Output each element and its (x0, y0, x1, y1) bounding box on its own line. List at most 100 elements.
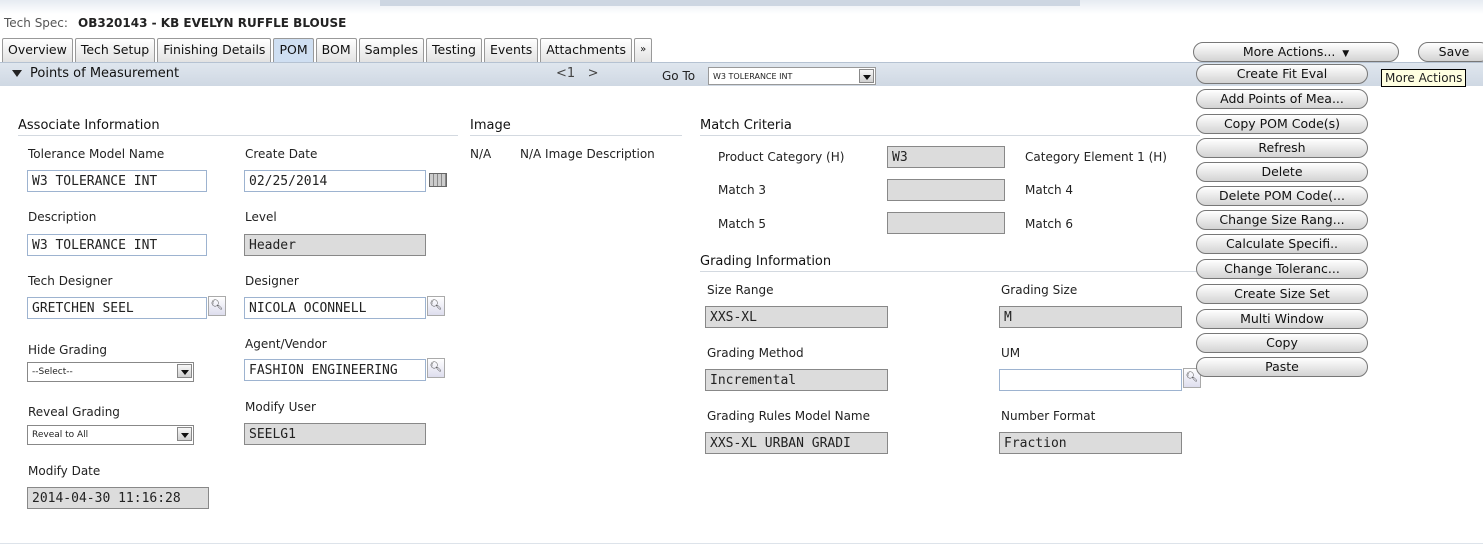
menu-refresh[interactable]: Refresh (1196, 138, 1368, 158)
tech-designer-label: Tech Designer (28, 274, 113, 288)
modify-user-label: Modify User (245, 400, 316, 414)
dropdown-arrow-icon[interactable] (177, 364, 192, 378)
section-title: Points of Measurement (30, 66, 180, 81)
match5-field (887, 212, 1005, 234)
menu-calculate-specifications[interactable]: Calculate Specifi.. (1196, 234, 1368, 254)
match6-label: Match 6 (1025, 217, 1074, 231)
agent-vendor-label: Agent/Vendor (245, 337, 327, 351)
grading-method-field: Incremental (705, 369, 888, 391)
tab-more-button[interactable]: » (634, 38, 653, 62)
match4-label: Match 4 (1025, 183, 1074, 197)
menu-delete[interactable]: Delete (1196, 162, 1368, 182)
image-description: N/A Image Description (520, 147, 655, 161)
tech-designer-field[interactable]: GRETCHEN SEEL (27, 297, 207, 319)
top-strip (0, 0, 1483, 14)
designer-field[interactable]: NICOLA OCONNELL (244, 297, 426, 319)
size-range-label: Size Range (707, 283, 774, 297)
tab-bar: Overview Tech Setup Finishing Details PO… (2, 38, 654, 62)
section-toggle[interactable]: Points of Measurement (12, 66, 179, 81)
modify-date-field: 2014-04-30 11:16:28 (27, 487, 209, 509)
level-label: Level (245, 210, 277, 224)
reveal-grading-value: Reveal to All (32, 430, 89, 440)
create-date-field[interactable]: 02/25/2014 (244, 170, 426, 192)
more-actions-tooltip: More Actions (1381, 69, 1467, 87)
pager-next-button[interactable]: > (588, 66, 599, 81)
match5-label: Match 5 (718, 217, 767, 231)
page-title: OB320143 - KB EVELYN RUFFLE BLOUSE (78, 16, 347, 30)
tolerance-model-label: Tolerance Model Name (28, 147, 165, 161)
tab-attachments[interactable]: Attachments (540, 38, 633, 62)
product-category-field: W3 (887, 146, 1005, 168)
menu-copy[interactable]: Copy (1196, 333, 1368, 353)
footer-divider (0, 543, 1483, 544)
tab-overview[interactable]: Overview (2, 38, 73, 62)
designer-label: Designer (245, 274, 299, 288)
match3-field (887, 179, 1005, 201)
grading-rules-label: Grading Rules Model Name (707, 409, 871, 423)
tab-bom[interactable]: BOM (315, 38, 357, 62)
menu-delete-pom-codes[interactable]: Delete POM Code(... (1196, 186, 1368, 206)
collapse-triangle-icon (12, 70, 22, 77)
hide-grading-value: --Select-- (32, 367, 73, 377)
tolerance-model-field[interactable]: W3 TOLERANCE INT (27, 170, 207, 192)
tab-tech-setup[interactable]: Tech Setup (74, 38, 156, 62)
more-actions-button[interactable]: More Actions... ▼ (1193, 42, 1399, 62)
image-heading: Image (470, 118, 682, 136)
um-field[interactable] (999, 369, 1182, 391)
menu-change-size-range[interactable]: Change Size Rang... (1196, 210, 1368, 230)
tab-samples[interactable]: Samples (358, 38, 424, 62)
dropdown-arrow-icon[interactable] (177, 427, 192, 441)
agent-vendor-field[interactable]: FASHION ENGINEERING (244, 359, 426, 381)
um-label: UM (1001, 346, 1021, 360)
description-label: Description (28, 210, 97, 224)
menu-change-tolerance[interactable]: Change Toleranc... (1196, 259, 1368, 279)
menu-create-size-set[interactable]: Create Size Set (1196, 284, 1368, 304)
modify-date-label: Modify Date (28, 464, 101, 478)
number-format-field: Fraction (999, 432, 1182, 454)
grading-size-field: M (999, 306, 1182, 328)
modify-user-field: SEELG1 (244, 423, 426, 445)
image-na: N/A (470, 147, 492, 161)
menu-add-points-of-measurement[interactable]: Add Points of Mea... (1196, 89, 1368, 109)
hide-grading-label: Hide Grading (28, 343, 107, 357)
menu-paste[interactable]: Paste (1196, 357, 1368, 377)
goto-select-value: W3 TOLERANCE INT (713, 72, 793, 81)
page-title-label: Tech Spec: (4, 16, 68, 30)
create-date-label: Create Date (245, 147, 318, 161)
grading-rules-field: XXS-XL URBAN GRADI (705, 432, 888, 454)
tab-finishing-details[interactable]: Finishing Details (157, 38, 272, 62)
pager-prev-button[interactable]: <1 (556, 66, 575, 81)
category-element-label: Category Element 1 (H) (1025, 150, 1167, 164)
description-field[interactable]: W3 TOLERANCE INT (27, 234, 207, 256)
designer-lookup-icon[interactable]: 🔍︎ (427, 296, 445, 316)
reveal-grading-select[interactable]: Reveal to All (27, 425, 194, 445)
level-field: Header (244, 234, 426, 256)
number-format-label: Number Format (1001, 409, 1096, 423)
grading-size-label: Grading Size (1001, 283, 1078, 297)
goto-select[interactable]: W3 TOLERANCE INT (708, 67, 876, 85)
tab-testing[interactable]: Testing (426, 38, 482, 62)
product-category-label: Product Category (H) (718, 150, 845, 164)
calendar-icon[interactable] (429, 173, 447, 187)
match-heading: Match Criteria (700, 118, 1200, 136)
match3-label: Match 3 (718, 183, 767, 197)
tab-events[interactable]: Events (483, 38, 539, 62)
menu-copy-pom-codes[interactable]: Copy POM Code(s) (1196, 114, 1368, 134)
agent-vendor-lookup-icon[interactable]: 🔍︎ (427, 358, 445, 378)
grading-heading: Grading Information (700, 254, 1200, 272)
dropdown-arrow-icon[interactable] (859, 69, 874, 83)
tech-designer-lookup-icon[interactable]: 🔍︎ (208, 296, 226, 316)
associate-heading: Associate Information (18, 118, 458, 136)
goto-label: Go To (662, 69, 696, 83)
size-range-field: XXS-XL (705, 306, 888, 328)
chevron-down-icon: ▼ (1339, 49, 1350, 59)
menu-multi-window[interactable]: Multi Window (1196, 309, 1368, 329)
more-actions-label: More Actions... (1242, 44, 1336, 59)
save-button[interactable]: Save (1418, 42, 1483, 62)
menu-create-fit-eval[interactable]: Create Fit Eval (1196, 64, 1368, 84)
grading-method-label: Grading Method (707, 346, 804, 360)
pager: <1 > (556, 66, 598, 81)
tab-pom[interactable]: POM (273, 38, 314, 62)
hide-grading-select[interactable]: --Select-- (27, 362, 194, 382)
reveal-grading-label: Reveal Grading (28, 405, 120, 419)
